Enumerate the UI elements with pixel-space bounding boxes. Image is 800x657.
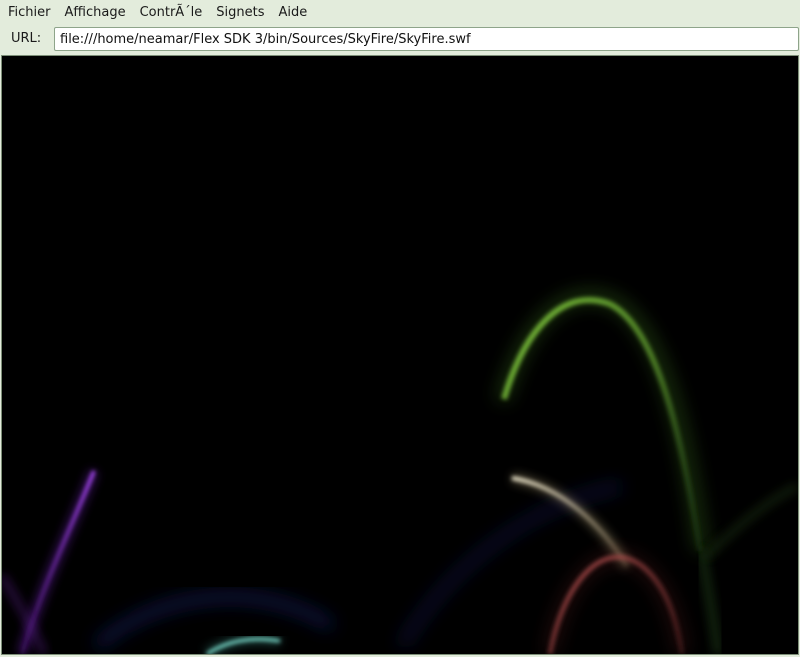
menu-aide[interactable]: Aide xyxy=(272,0,315,25)
menu-fichier[interactable]: Fichier xyxy=(0,0,58,25)
firework-blue-arc-1 xyxy=(93,592,335,650)
menu-affichage[interactable]: Affichage xyxy=(58,0,133,25)
url-label: URL: xyxy=(11,31,42,46)
menubar: Fichier Affichage ContrÃ´le Signets Aide xyxy=(0,0,800,25)
url-bar: URL: xyxy=(0,25,800,54)
firework-red-glow xyxy=(544,551,688,654)
url-input[interactable] xyxy=(54,27,799,51)
flash-stage[interactable] xyxy=(1,55,799,655)
menu-signets[interactable]: Signets xyxy=(209,0,271,25)
menu-controle[interactable]: ContrÃ´le xyxy=(133,0,210,25)
fireworks-canvas xyxy=(2,289,798,654)
firework-green-branch xyxy=(704,482,798,559)
flash-player-window: Fichier Affichage ContrÃ´le Signets Aide… xyxy=(0,0,800,657)
firework-green-tail xyxy=(697,550,723,654)
